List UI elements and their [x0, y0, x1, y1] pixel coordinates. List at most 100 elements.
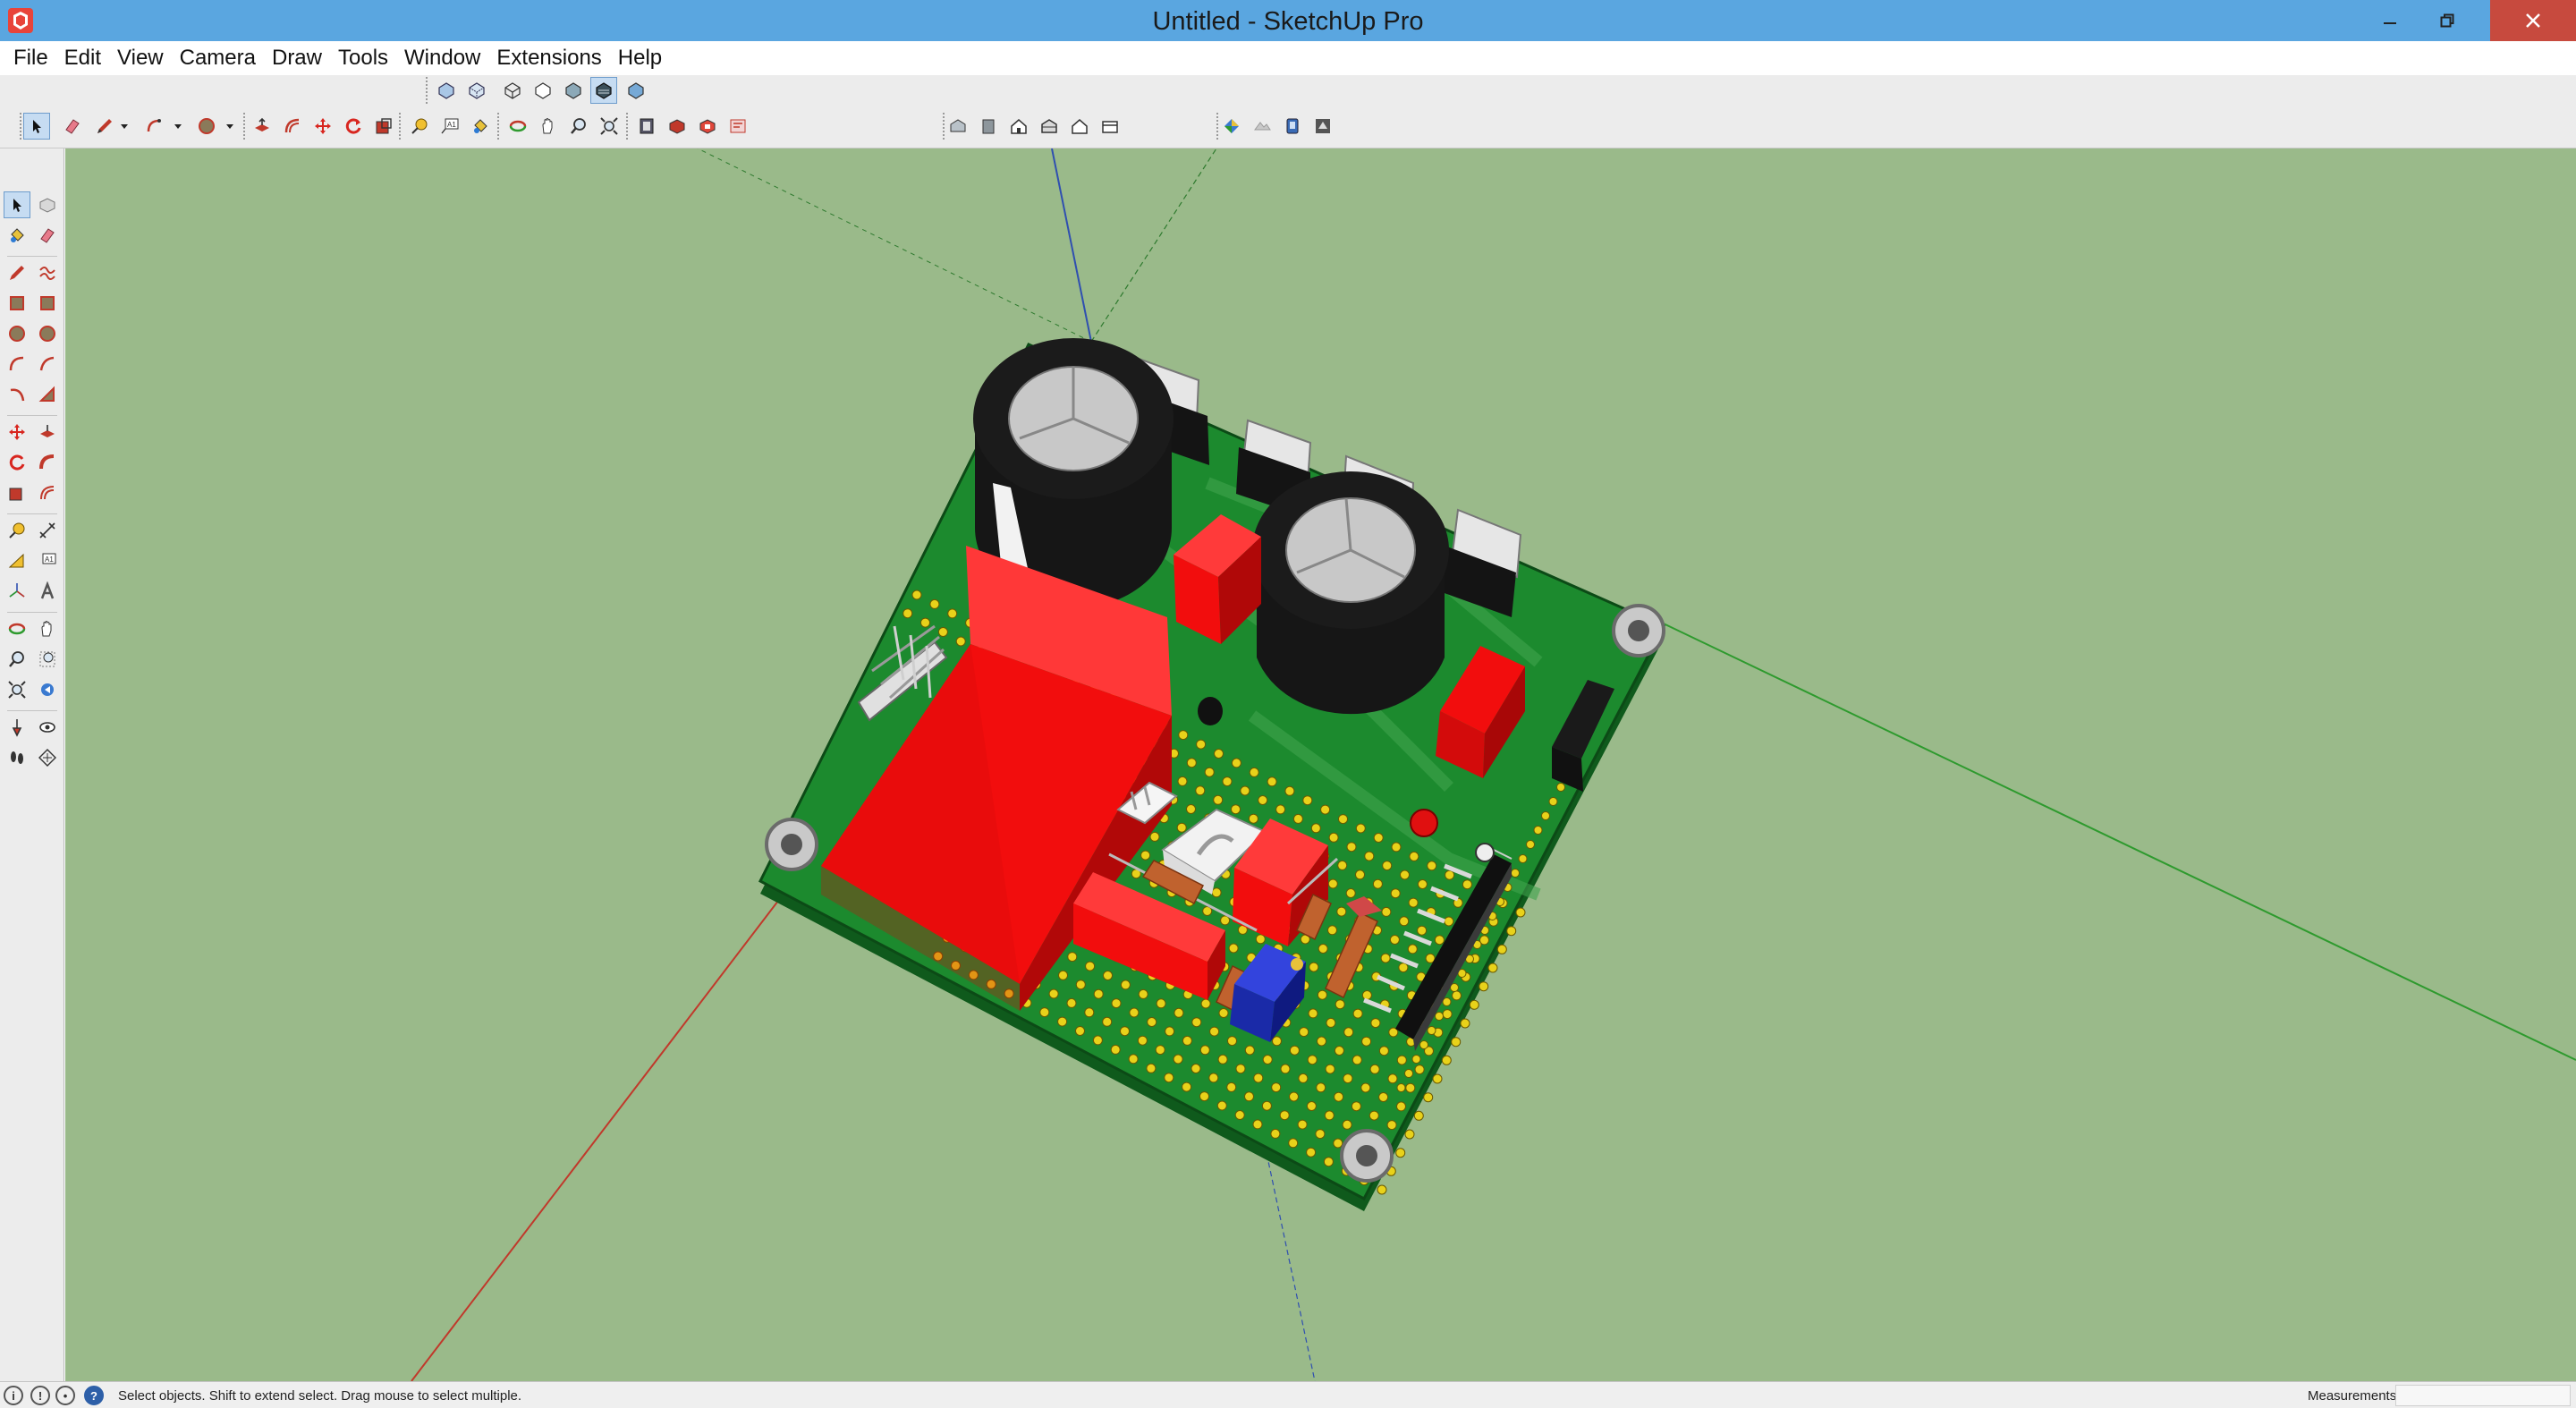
toolbar-grip[interactable]	[426, 77, 429, 104]
menu-draw[interactable]: Draw	[264, 41, 330, 75]
text-icon[interactable]: A1	[34, 547, 61, 574]
paint-bucket-icon[interactable]	[4, 222, 30, 249]
electrolytic-capacitor[interactable]	[1252, 471, 1449, 715]
axes-icon[interactable]	[4, 578, 30, 605]
minimize-button[interactable]	[2365, 0, 2415, 41]
make-component-icon[interactable]	[34, 191, 61, 218]
select-icon[interactable]	[4, 191, 30, 218]
menu-window[interactable]: Window	[396, 41, 488, 75]
dimension-icon[interactable]	[34, 517, 61, 544]
menu-extensions[interactable]: Extensions	[488, 41, 609, 75]
modeling-viewport[interactable]	[65, 148, 2576, 1381]
measurements-input[interactable]	[2395, 1385, 2571, 1406]
menu-camera[interactable]: Camera	[172, 41, 264, 75]
shape-icon[interactable]	[193, 113, 220, 140]
toolbar-grip[interactable]	[497, 113, 501, 140]
back-edges-icon[interactable]	[463, 77, 490, 104]
zoom-extents-icon[interactable]	[4, 676, 30, 703]
preview-google-earth-icon[interactable]	[1309, 113, 1336, 140]
red-led[interactable]	[1410, 809, 1438, 837]
share-model-icon[interactable]	[975, 113, 1002, 140]
zoom-window-icon[interactable]	[34, 646, 61, 673]
move-icon[interactable]	[309, 113, 336, 140]
title-bar[interactable]: Untitled - SketchUp Pro	[0, 0, 2576, 41]
restore-button[interactable]	[2422, 0, 2472, 41]
rectangle-icon[interactable]	[4, 290, 30, 317]
scale-icon[interactable]	[4, 479, 30, 506]
arc-icon[interactable]	[141, 113, 168, 140]
roof-icon[interactable]	[1066, 113, 1093, 140]
push-pull-icon[interactable]	[249, 113, 275, 140]
orbit-icon[interactable]	[504, 113, 531, 140]
pie-icon[interactable]	[34, 381, 61, 408]
tape-measure-icon[interactable]	[406, 113, 433, 140]
extension-warehouse-icon[interactable]	[664, 113, 691, 140]
freehand-icon[interactable]	[34, 259, 61, 286]
select-icon[interactable]	[23, 113, 50, 140]
arc-icon[interactable]	[4, 351, 30, 377]
house-icon[interactable]	[1005, 113, 1032, 140]
offset-icon[interactable]	[279, 113, 306, 140]
previous-view-icon[interactable]	[34, 676, 61, 703]
toolbar-grip[interactable]	[626, 113, 630, 140]
two-point-arc-icon[interactable]	[34, 351, 61, 377]
pencil-icon[interactable]	[4, 259, 30, 286]
move-icon[interactable]	[4, 419, 30, 445]
layout-icon[interactable]	[694, 113, 721, 140]
toolbar-grip[interactable]	[243, 113, 247, 140]
store-icon[interactable]	[1097, 113, 1123, 140]
add-location-icon[interactable]	[1218, 113, 1245, 140]
rotated-rectangle-icon[interactable]	[34, 290, 61, 317]
hidden-line-icon[interactable]	[530, 77, 556, 104]
menu-tools[interactable]: Tools	[330, 41, 396, 75]
wireframe-icon[interactable]	[499, 77, 526, 104]
paint-bucket-icon[interactable]	[467, 113, 494, 140]
follow-me-icon[interactable]	[34, 449, 61, 476]
push-pull-icon[interactable]	[34, 419, 61, 445]
zoom-extents-icon[interactable]	[596, 113, 623, 140]
rotate-icon[interactable]	[340, 113, 367, 140]
zoom-icon[interactable]	[565, 113, 592, 140]
chevron-down-icon[interactable]	[120, 123, 129, 131]
protractor-icon[interactable]	[4, 547, 30, 574]
chevron-down-icon[interactable]	[174, 123, 182, 131]
zoom-icon[interactable]	[4, 646, 30, 673]
toolbar-grip[interactable]	[399, 113, 402, 140]
geo-location-icon[interactable]: i	[4, 1386, 23, 1405]
polygon-icon[interactable]	[34, 320, 61, 347]
pan-icon[interactable]	[535, 113, 562, 140]
photo-texture-icon[interactable]	[1279, 113, 1306, 140]
building-icon[interactable]	[1036, 113, 1063, 140]
look-around-icon[interactable]	[34, 714, 61, 741]
chevron-down-icon[interactable]	[225, 123, 234, 131]
menu-edit[interactable]: Edit	[56, 41, 109, 75]
rotate-icon[interactable]	[4, 449, 30, 476]
menu-view[interactable]: View	[109, 41, 172, 75]
small-transistor[interactable]	[1198, 697, 1223, 725]
section-plane-icon[interactable]	[34, 744, 61, 771]
text-icon[interactable]: A1	[436, 113, 463, 140]
eraser-icon[interactable]	[59, 113, 86, 140]
monochrome-icon[interactable]	[623, 77, 649, 104]
eraser-icon[interactable]	[34, 222, 61, 249]
3d-text-icon[interactable]	[34, 578, 61, 605]
help-icon[interactable]: ?	[84, 1386, 104, 1405]
circle-icon[interactable]	[4, 320, 30, 347]
shaded-icon[interactable]	[560, 77, 587, 104]
offset-icon[interactable]	[34, 479, 61, 506]
menu-help[interactable]: Help	[610, 41, 670, 75]
pan-icon[interactable]	[34, 615, 61, 642]
user-account-icon[interactable]: •	[55, 1386, 75, 1405]
close-button[interactable]	[2490, 0, 2576, 41]
tape-measure-icon[interactable]	[4, 517, 30, 544]
warehouse-icon[interactable]	[633, 113, 660, 140]
walk-icon[interactable]	[4, 744, 30, 771]
pcb-model-scene[interactable]	[65, 148, 2576, 1381]
pencil-icon[interactable]	[91, 113, 118, 140]
scale-icon[interactable]	[370, 113, 397, 140]
position-camera-icon[interactable]	[4, 714, 30, 741]
menu-file[interactable]: File	[5, 41, 56, 75]
three-point-arc-icon[interactable]	[4, 381, 30, 408]
xray-style-icon[interactable]	[433, 77, 460, 104]
toggle-terrain-icon[interactable]	[1249, 113, 1275, 140]
